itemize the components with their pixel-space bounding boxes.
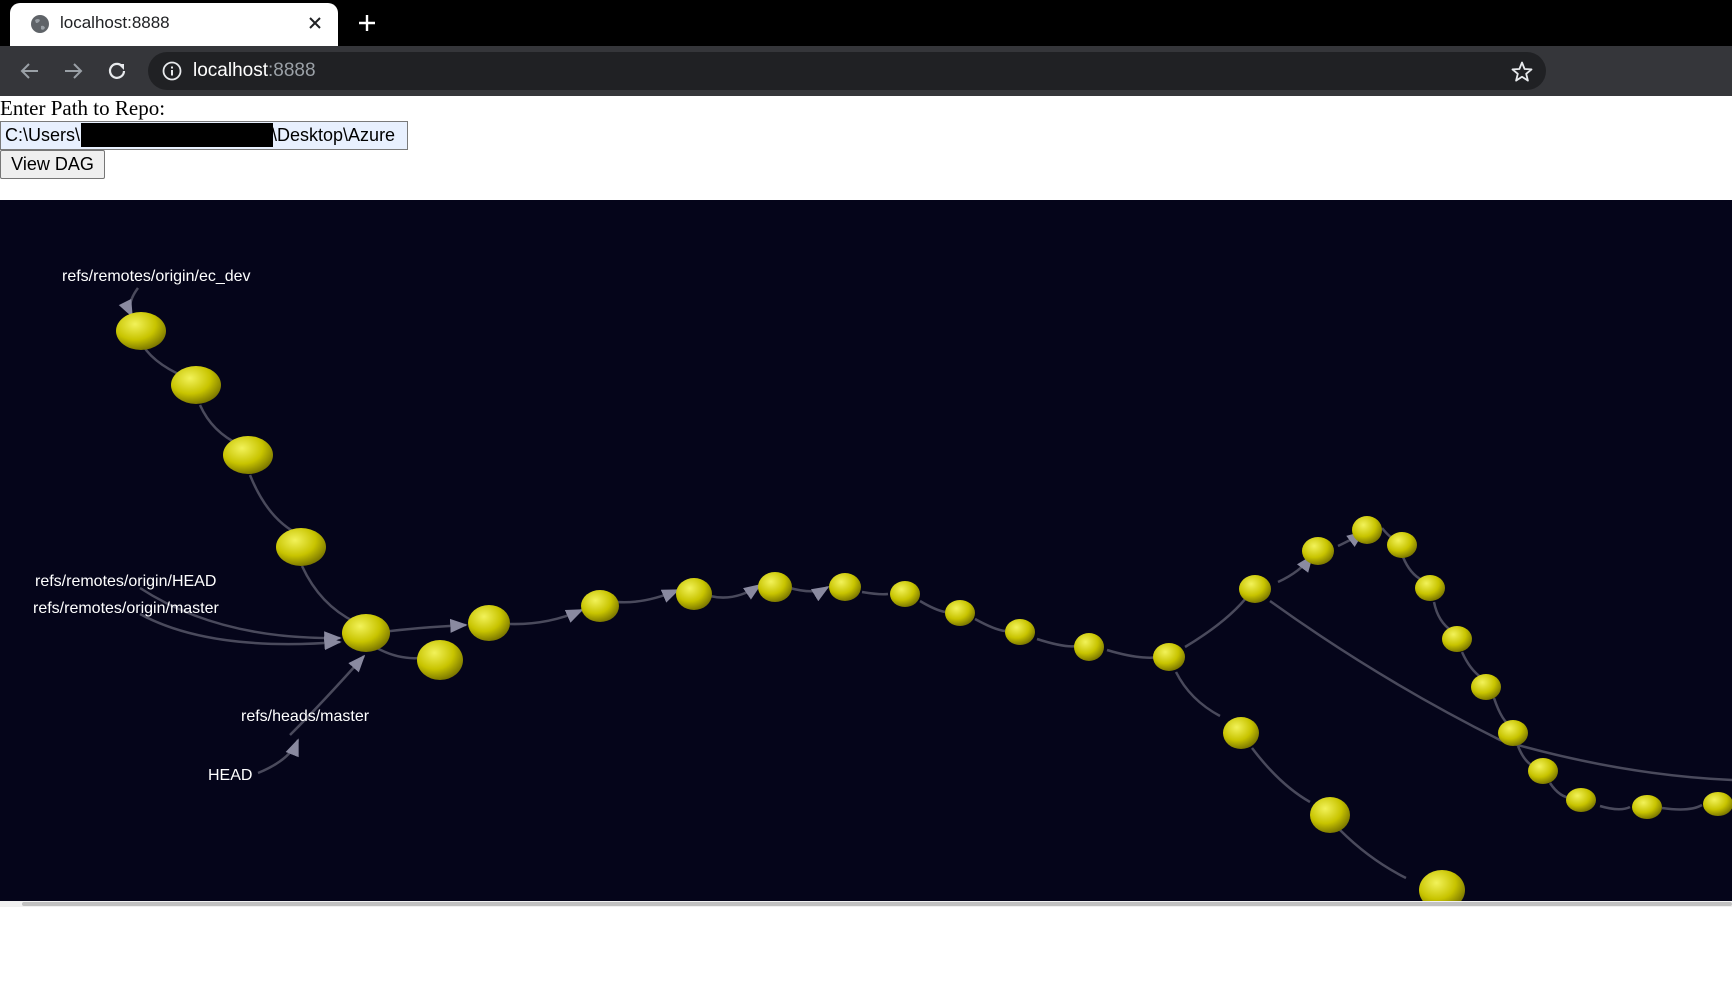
dag-edge: [1339, 829, 1407, 880]
repo-path-input[interactable]: C:\Users\ \Desktop\Azure: [0, 121, 408, 150]
commit-node[interactable]: [116, 312, 166, 350]
path-suffix: \Desktop\Azure: [272, 125, 396, 145]
dag-edge: [1251, 747, 1311, 804]
commit-node[interactable]: [1387, 532, 1417, 558]
plus-icon[interactable]: [352, 8, 382, 38]
commit-node[interactable]: [829, 573, 861, 601]
dag-edge: [1269, 599, 1732, 782]
arrow-right-icon[interactable]: [59, 57, 87, 85]
dag-edge: [616, 588, 680, 604]
commit-node[interactable]: [1419, 870, 1465, 901]
repo-path-label: Enter Path to Repo:: [0, 96, 166, 120]
commit-node[interactable]: [468, 605, 510, 641]
commit-node[interactable]: [1498, 720, 1528, 746]
commit-node[interactable]: [417, 640, 463, 680]
commit-node[interactable]: [1566, 788, 1596, 812]
commit-node[interactable]: [1442, 626, 1472, 652]
url-host: localhost: [193, 60, 268, 81]
commit-node[interactable]: [1005, 619, 1035, 645]
dag-edge: [974, 617, 1006, 633]
ref-label-head: HEAD: [208, 767, 252, 784]
dag-edge: [118, 287, 140, 318]
dag-edge: [1460, 651, 1483, 680]
scrollbar-thumb[interactable]: [22, 902, 1732, 906]
dag-edge: [1432, 601, 1453, 633]
dag-edge: [300, 565, 356, 624]
commit-node[interactable]: [758, 572, 792, 602]
commit-node[interactable]: [890, 581, 920, 607]
commit-node[interactable]: [1471, 674, 1501, 700]
star-icon[interactable]: [1510, 60, 1534, 84]
view-dag-button[interactable]: View DAG: [0, 150, 105, 179]
commit-node[interactable]: [1528, 758, 1558, 784]
dag-edge: [198, 404, 241, 447]
dag-edge: [709, 583, 762, 600]
browser-toolbar: localhost:8888: [0, 46, 1732, 96]
dag-edge: [257, 738, 300, 775]
dag-edge: [1106, 648, 1161, 659]
ref-label-heads-master: refs/heads/master: [241, 708, 370, 725]
commit-node[interactable]: [171, 366, 221, 404]
arrow-left-icon[interactable]: [16, 57, 44, 85]
commit-node[interactable]: [945, 600, 975, 626]
ref-label-origin-master: refs/remotes/origin/master: [33, 600, 220, 617]
dag-edge: [1036, 637, 1078, 648]
dag-edge: [1174, 671, 1221, 718]
redaction-bar: [81, 123, 273, 147]
dag-edge: [919, 599, 946, 614]
commit-node[interactable]: [1415, 575, 1445, 601]
dag-edge: [1661, 803, 1703, 811]
path-prefix: C:\Users\: [5, 125, 81, 145]
commit-node[interactable]: [223, 436, 273, 474]
ref-label-origin-head: refs/remotes/origin/HEAD: [35, 573, 216, 590]
dag-edge: [509, 608, 584, 626]
dag-edge: [789, 585, 830, 602]
dag-edge: [861, 590, 889, 596]
browser-tab[interactable]: localhost:8888: [10, 3, 338, 46]
address-bar[interactable]: localhost:8888: [148, 52, 1546, 90]
browser-tabstrip: localhost:8888: [0, 0, 1732, 46]
commit-node[interactable]: [276, 528, 326, 566]
dag-nodes: [116, 312, 1732, 901]
commit-node[interactable]: [1352, 516, 1382, 544]
dag-edge: [1401, 556, 1423, 582]
commit-node[interactable]: [342, 614, 390, 652]
dag-edges: [118, 287, 1732, 880]
info-icon[interactable]: [162, 61, 182, 81]
commit-node[interactable]: [1703, 792, 1732, 816]
page-bottom: [0, 907, 1732, 1003]
commit-node[interactable]: [1302, 537, 1334, 565]
commit-node[interactable]: [1153, 643, 1185, 671]
dag-graph-svg[interactable]: refs/remotes/origin/ec_dev refs/remotes/…: [0, 200, 1732, 901]
commit-node[interactable]: [1310, 797, 1350, 833]
dag-edge: [1599, 804, 1631, 811]
dag-graph-canvas[interactable]: refs/remotes/origin/ec_dev refs/remotes/…: [0, 200, 1732, 901]
close-icon[interactable]: [304, 12, 326, 34]
ref-label-ec-dev: refs/remotes/origin/ec_dev: [62, 268, 251, 285]
dag-edge: [1184, 592, 1252, 649]
dag-edge: [248, 474, 301, 537]
address-url: localhost:8888: [193, 60, 316, 82]
reload-icon[interactable]: [103, 57, 131, 85]
url-port: :8888: [268, 60, 316, 81]
commit-node[interactable]: [1239, 575, 1271, 603]
commit-node[interactable]: [1074, 633, 1104, 661]
commit-node[interactable]: [1632, 795, 1662, 819]
tab-title: localhost:8888: [60, 13, 170, 32]
commit-node[interactable]: [676, 578, 712, 610]
commit-node[interactable]: [1223, 717, 1259, 749]
commit-node[interactable]: [581, 590, 619, 622]
globe-icon: [30, 14, 50, 34]
